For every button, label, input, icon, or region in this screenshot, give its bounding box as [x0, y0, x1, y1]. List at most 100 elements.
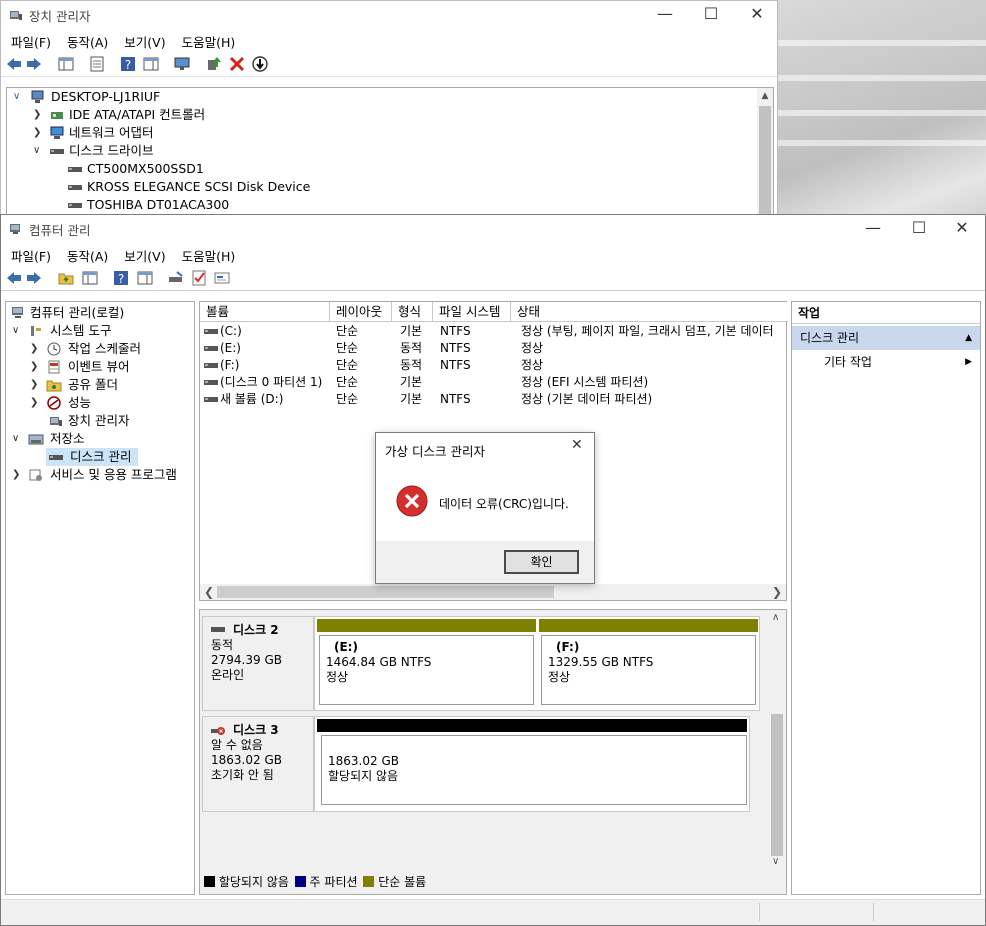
scroll-down-icon[interactable]: ∨: [772, 856, 779, 867]
up-folder-icon[interactable]: [57, 269, 75, 287]
back-arrow-icon[interactable]: [5, 269, 23, 287]
disk-drive-icon: [68, 203, 82, 208]
volume-cell-layout[interactable]: 단순: [336, 391, 392, 408]
scan-hardware-icon[interactable]: [173, 55, 191, 73]
disk-size: 2794.39 GB: [211, 653, 282, 667]
volume-cell-type[interactable]: 기본: [400, 323, 433, 340]
volume-cell-layout[interactable]: 단순: [336, 340, 392, 357]
disable-device-icon[interactable]: [251, 55, 269, 73]
legend-simple: 단순 볼륨: [378, 875, 427, 889]
storage-icon: [28, 434, 44, 445]
device-manager-titlebar: 장치 관리자 — ☐ ✕: [1, 1, 777, 29]
console-tree-icon[interactable]: [81, 269, 99, 287]
volume-cell-status[interactable]: 정상: [521, 340, 786, 357]
volume-cell-status[interactable]: 정상 (부팅, 페이지 파일, 크래시 덤프, 기본 데이터: [521, 323, 786, 340]
tree-scrollbar[interactable]: ▲: [757, 88, 773, 217]
volume-cell-layout[interactable]: 단순: [336, 357, 392, 374]
event-viewer-icon: [48, 360, 60, 374]
scroll-left-icon[interactable]: ❮: [204, 584, 214, 600]
tree-disk-label: CT500MX500SSD1: [87, 161, 204, 176]
scroll-up-icon[interactable]: ▲: [757, 88, 773, 104]
scroll-right-icon[interactable]: ❯: [772, 584, 782, 600]
help-icon[interactable]: ?: [119, 55, 137, 73]
volume-cell-status[interactable]: 정상: [521, 357, 786, 374]
disk-map-vscrollbar[interactable]: ∧ ∨: [768, 610, 786, 872]
tree-item-label: 성능: [68, 395, 92, 410]
close-button[interactable]: ✕: [734, 1, 777, 29]
volume-cell-type[interactable]: 기본: [400, 374, 433, 391]
actions-section-disk-management[interactable]: 디스크 관리 ▲: [792, 326, 980, 350]
minimize-button[interactable]: —: [642, 1, 688, 29]
maximize-button[interactable]: ☐: [896, 215, 942, 243]
tree-item-disk-management[interactable]: 디스크 관리: [46, 448, 138, 466]
tree-item-label: 이벤트 뷰어: [68, 359, 130, 374]
column-header-filesystem[interactable]: 파일 시스템: [433, 302, 511, 322]
scroll-up-icon[interactable]: ∧: [772, 612, 779, 623]
disk-properties-icon[interactable]: [213, 269, 231, 287]
volume-cell-fs[interactable]: [440, 374, 511, 391]
ok-button[interactable]: 확인: [504, 550, 579, 574]
partition-size: 1863.02 GB: [328, 754, 399, 768]
volume-cell-volume[interactable]: (C:): [220, 323, 328, 340]
volume-cell-fs[interactable]: NTFS: [440, 323, 511, 340]
volume-cell-type[interactable]: 동적: [400, 357, 433, 374]
forward-arrow-icon[interactable]: [25, 55, 43, 73]
show-hide-action-pane-icon[interactable]: [136, 269, 154, 287]
volume-cell-volume[interactable]: (F:): [220, 357, 328, 374]
minimize-button[interactable]: —: [850, 215, 896, 243]
actions-pane: 작업 디스크 관리 ▲ 기타 작업 ▶: [791, 301, 981, 895]
volume-cell-volume[interactable]: 새 볼륨 (D:): [220, 391, 328, 408]
scroll-thumb[interactable]: [759, 106, 771, 217]
column-header-volume[interactable]: 볼륨: [200, 302, 330, 322]
column-header-layout[interactable]: 레이아웃: [330, 302, 392, 322]
update-driver-icon[interactable]: [205, 55, 223, 73]
tree-item-label: 네트워크 어댑터: [69, 125, 154, 140]
volume-cell-status[interactable]: 정상 (EFI 시스템 파티션): [521, 374, 786, 391]
volume-cell-status[interactable]: 정상 (기본 데이터 파티션): [521, 391, 786, 408]
back-arrow-icon[interactable]: [5, 55, 23, 73]
legend-primary: 주 파티션: [309, 875, 358, 889]
unallocated-region[interactable]: 1863.02 GB 할당되지 않음: [317, 719, 747, 807]
navigation-tree: 컴퓨터 관리(로컬) ∨ 시스템 도구 ❯ 작업 스케줄러 ❯ 이벤트 뷰어 ❯…: [5, 301, 195, 895]
console-tree-icon[interactable]: [57, 55, 75, 73]
show-hide-action-pane-icon[interactable]: [142, 55, 160, 73]
column-header-type[interactable]: 형식: [392, 302, 433, 322]
volume-cell-layout[interactable]: 단순: [336, 323, 392, 340]
connect-drive-icon[interactable]: [167, 269, 185, 287]
volume-cell-type[interactable]: 동적: [400, 340, 433, 357]
checklist-icon[interactable]: [190, 269, 208, 287]
disk-kind: 알 수 없음: [211, 738, 263, 752]
collapse-icon[interactable]: ▲: [965, 326, 972, 350]
actions-more[interactable]: 기타 작업 ▶: [792, 350, 980, 374]
disk-state: 온라인: [211, 668, 245, 682]
volume-hscrollbar[interactable]: ❮ ❯: [200, 584, 786, 600]
close-button[interactable]: ✕: [939, 215, 985, 243]
volume-cell-fs[interactable]: NTFS: [440, 391, 511, 408]
disk-3-label[interactable]: 디스크 3 알 수 없음 1863.02 GB 초기화 안 됨: [202, 716, 314, 812]
vscroll-thumb[interactable]: [771, 714, 783, 856]
volume-cell-type[interactable]: 기본: [400, 391, 433, 408]
volume-cell-fs[interactable]: NTFS: [440, 357, 511, 374]
volume-cell-volume[interactable]: (디스크 0 파티션 1): [220, 374, 328, 391]
hscroll-thumb[interactable]: [217, 586, 554, 598]
disk-2-label[interactable]: 디스크 2 동적 2794.39 GB 온라인: [202, 616, 314, 711]
uninstall-device-icon[interactable]: [228, 55, 246, 73]
properties-icon[interactable]: [88, 55, 106, 73]
partition-e[interactable]: (E:) 1464.84 GB NTFS 정상: [317, 619, 536, 707]
close-icon[interactable]: ✕: [571, 437, 583, 453]
device-manager-icon: [50, 417, 62, 426]
volume-cell-fs[interactable]: NTFS: [440, 340, 511, 357]
volume-cell-volume[interactable]: (E:): [220, 340, 328, 357]
partition-f[interactable]: (F:) 1329.55 GB NTFS 정상: [539, 619, 758, 707]
toolbar: ?: [1, 265, 985, 291]
legend-unallocated: 할당되지 않음: [218, 875, 289, 889]
tree-root-label: 컴퓨터 관리(로컬): [30, 305, 125, 320]
maximize-button[interactable]: ☐: [688, 1, 734, 29]
forward-arrow-icon[interactable]: [25, 269, 43, 287]
disk-drive-icon: [68, 167, 82, 172]
volume-drive-icon: [204, 346, 218, 351]
column-header-status[interactable]: 상태: [511, 302, 788, 322]
help-icon[interactable]: ?: [112, 269, 130, 287]
volume-drive-icon: [204, 397, 218, 402]
volume-cell-layout[interactable]: 단순: [336, 374, 392, 391]
